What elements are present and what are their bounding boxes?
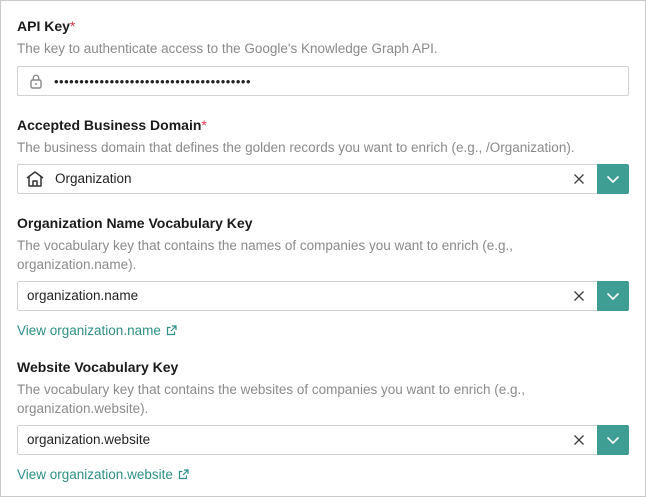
chevron-down-icon: [606, 292, 620, 300]
clear-icon[interactable]: [573, 290, 585, 302]
api-key-label: API Key*: [17, 18, 76, 34]
website-key-field: Website Vocabulary Key The vocabulary ke…: [17, 358, 629, 488]
org-name-key-help: The vocabulary key that contains the nam…: [17, 238, 514, 272]
business-domain-value: Organization: [55, 171, 132, 186]
org-name-key-field: Organization Name Vocabulary Key The voc…: [17, 214, 629, 344]
api-key-field: API Key* The key to authenticate access …: [17, 17, 629, 99]
website-key-label: Website Vocabulary Key: [17, 359, 179, 375]
business-domain-select[interactable]: Organization: [17, 164, 629, 194]
org-name-key-label: Organization Name Vocabulary Key: [17, 215, 253, 231]
business-domain-field: Accepted Business Domain* The business d…: [17, 116, 629, 196]
api-key-input-box[interactable]: [17, 66, 629, 96]
org-name-key-dropdown-button[interactable]: [597, 281, 629, 311]
website-key-help: The vocabulary key that contains the web…: [17, 382, 526, 416]
home-icon: [26, 171, 44, 187]
website-key-select[interactable]: organization.website: [17, 425, 629, 455]
business-domain-label: Accepted Business Domain*: [17, 117, 207, 133]
website-key-dropdown-button[interactable]: [597, 425, 629, 455]
website-key-value: organization.website: [27, 432, 151, 447]
required-mark: *: [69, 18, 76, 34]
chevron-down-icon: [606, 436, 620, 444]
org-name-key-select[interactable]: organization.name: [17, 281, 629, 311]
clear-icon[interactable]: [573, 173, 585, 185]
lock-icon: [30, 74, 42, 89]
business-domain-dropdown-button[interactable]: [597, 164, 629, 194]
chevron-down-icon: [606, 175, 620, 183]
external-link-icon: [178, 469, 189, 480]
business-domain-help: The business domain that defines the gol…: [17, 140, 575, 155]
settings-form: API Key* The key to authenticate access …: [0, 0, 646, 497]
org-name-key-value: organization.name: [27, 288, 139, 303]
view-website-link[interactable]: View organization.website: [17, 466, 189, 484]
api-key-help: The key to authenticate access to the Go…: [17, 41, 438, 56]
clear-icon[interactable]: [573, 434, 585, 446]
external-link-icon: [166, 325, 177, 336]
view-org-name-link[interactable]: View organization.name: [17, 322, 177, 340]
required-mark: *: [201, 117, 207, 133]
api-key-input[interactable]: [54, 67, 620, 95]
